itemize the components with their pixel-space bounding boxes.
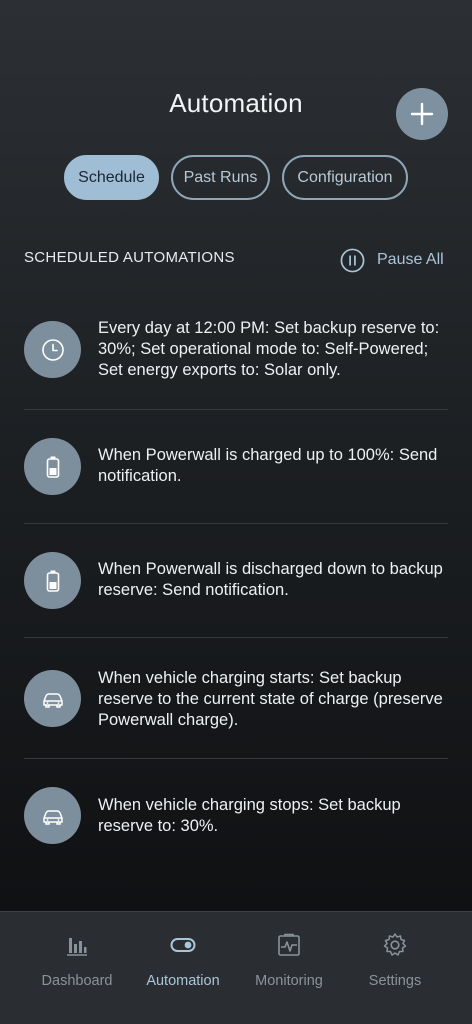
battery-icon bbox=[46, 456, 59, 478]
clock-icon bbox=[41, 338, 64, 361]
nav-item-settings[interactable]: Settings bbox=[340, 932, 450, 989]
automation-list: Every day at 12:00 PM: Set backup reserv… bbox=[0, 295, 472, 869]
automation-icon-badge bbox=[24, 552, 81, 609]
pause-all-button[interactable]: Pause All bbox=[340, 247, 444, 273]
pause-circle-icon bbox=[340, 248, 365, 272]
nav-label: Monitoring bbox=[255, 973, 323, 989]
list-item[interactable]: When vehicle charging starts: Set backup… bbox=[24, 638, 448, 759]
list-item[interactable]: When vehicle charging stops: Set backup … bbox=[24, 759, 448, 869]
toggle-icon bbox=[170, 938, 196, 952]
tab-bar: Schedule Past Runs Configuration bbox=[0, 155, 472, 200]
section-title: SCHEDULED AUTOMATIONS bbox=[24, 249, 235, 266]
automation-description: When vehicle charging starts: Set backup… bbox=[98, 669, 443, 729]
automation-description: When Powerwall is charged up to 100%: Se… bbox=[98, 446, 438, 485]
car-icon bbox=[42, 809, 63, 825]
tab-past-runs[interactable]: Past Runs bbox=[171, 155, 270, 200]
automation-description: Every day at 12:00 PM: Set backup reserv… bbox=[98, 319, 440, 379]
automation-icon-badge bbox=[24, 438, 81, 495]
bar-chart-icon bbox=[67, 938, 87, 956]
nav-item-automation[interactable]: Automation bbox=[128, 932, 238, 989]
gear-icon bbox=[383, 933, 407, 956]
automation-icon-badge bbox=[24, 321, 81, 378]
add-automation-button[interactable] bbox=[396, 88, 448, 140]
nav-item-dashboard[interactable]: Dashboard bbox=[22, 932, 132, 989]
nav-label: Automation bbox=[146, 973, 220, 989]
nav-label: Settings bbox=[368, 973, 422, 989]
automation-icon-badge bbox=[24, 787, 81, 844]
plus-icon bbox=[410, 102, 434, 126]
pause-all-label: Pause All bbox=[377, 251, 444, 268]
list-item[interactable]: When Powerwall is discharged down to bac… bbox=[24, 524, 448, 638]
nav-item-monitoring[interactable]: Monitoring bbox=[234, 932, 344, 989]
automation-description: When vehicle charging stops: Set backup … bbox=[98, 796, 401, 835]
automation-description: When Powerwall is discharged down to bac… bbox=[98, 560, 443, 599]
list-item[interactable]: When Powerwall is charged up to 100%: Se… bbox=[24, 410, 448, 524]
monitor-pulse-icon bbox=[278, 933, 300, 956]
nav-label: Dashboard bbox=[41, 973, 113, 989]
list-item[interactable]: Every day at 12:00 PM: Set backup reserv… bbox=[24, 295, 448, 410]
bottom-navigation: Dashboard Automation Monitoring Settings bbox=[0, 911, 472, 1024]
automation-icon-badge bbox=[24, 670, 81, 727]
car-icon bbox=[42, 692, 63, 708]
tab-schedule[interactable]: Schedule bbox=[64, 155, 159, 200]
battery-icon bbox=[46, 570, 59, 592]
tab-configuration[interactable]: Configuration bbox=[282, 155, 408, 200]
